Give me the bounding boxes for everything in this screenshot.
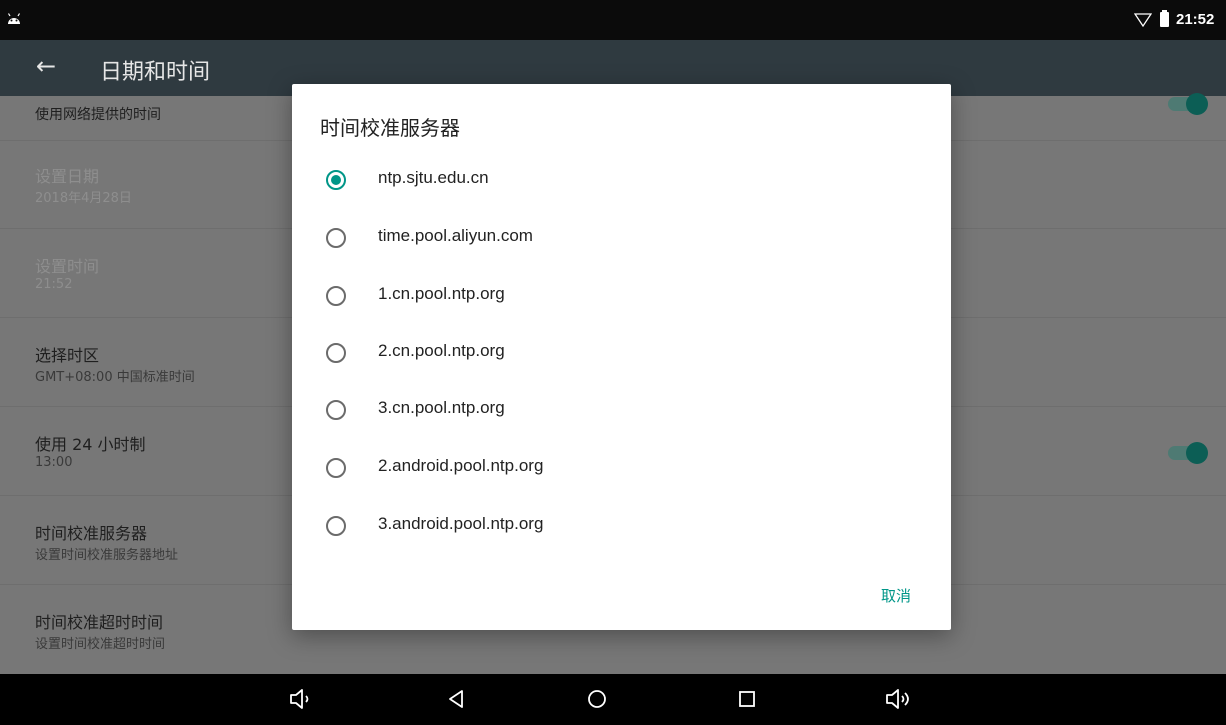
radio-unselected-icon[interactable] (326, 516, 346, 536)
switch-knob (1186, 442, 1208, 464)
server-option-label: ntp.sjtu.edu.cn (378, 168, 489, 187)
page-title: 日期和时间 (100, 60, 211, 85)
setting-title: 设置时间 (35, 257, 100, 276)
server-option[interactable]: 1.cn.pool.ntp.org (292, 272, 951, 320)
volume-down-icon[interactable] (289, 688, 315, 710)
radio-unselected-icon[interactable] (326, 458, 346, 478)
dialog-title: 时间校准服务器 (320, 116, 460, 140)
status-bar: 21:52 (0, 0, 1226, 40)
time-server-dialog: 时间校准服务器 ntp.sjtu.edu.cn time.pool.aliyun… (292, 84, 951, 630)
setting-summary: 21:52 (35, 277, 73, 292)
setting-summary: GMT+08:00 中国标准时间 (35, 370, 195, 385)
clock: 21:52 (1176, 11, 1215, 28)
server-option-label: 3.cn.pool.ntp.org (378, 398, 505, 417)
arrow-left-icon[interactable]: ← (36, 52, 56, 80)
setting-title: 设置日期 (35, 167, 100, 186)
android-robot-icon (7, 13, 21, 24)
setting-summary: 设置时间校准超时时间 (35, 637, 166, 652)
server-option-label: time.pool.aliyun.com (378, 226, 533, 245)
24-hour-switch[interactable] (1168, 442, 1208, 464)
radio-unselected-icon[interactable] (326, 286, 346, 306)
setting-summary: 使用网络提供的时间 (35, 107, 161, 123)
setting-summary: 13:00 (35, 455, 73, 470)
battery-charging-icon (1160, 10, 1169, 27)
server-option-label: 3.android.pool.ntp.org (378, 514, 544, 533)
cancel-button[interactable]: 取消 (881, 585, 911, 606)
home-circle-icon[interactable] (586, 688, 608, 710)
switch-knob (1186, 93, 1208, 115)
radio-selected-icon[interactable] (326, 170, 346, 190)
server-option[interactable]: time.pool.aliyun.com (292, 214, 951, 262)
setting-title: 选择时区 (35, 346, 100, 365)
setting-title: 时间校准超时时间 (35, 613, 164, 632)
radio-unselected-icon[interactable] (326, 400, 346, 420)
server-option[interactable]: ntp.sjtu.edu.cn (292, 156, 951, 204)
network-time-switch[interactable] (1168, 93, 1208, 115)
setting-summary: 设置时间校准服务器地址 (35, 548, 179, 563)
server-option[interactable]: 3.cn.pool.ntp.org (292, 386, 951, 434)
setting-title: 时间校准服务器 (35, 524, 148, 543)
server-option[interactable]: 3.android.pool.ntp.org (292, 502, 951, 550)
radio-unselected-icon[interactable] (326, 343, 346, 363)
server-option[interactable]: 2.android.pool.ntp.org (292, 444, 951, 492)
recents-square-icon[interactable] (737, 688, 757, 710)
setting-summary: 2018年4月28日 (35, 191, 132, 206)
server-option-label: 1.cn.pool.ntp.org (378, 284, 505, 303)
server-option[interactable]: 2.cn.pool.ntp.org (292, 329, 951, 377)
setting-title: 使用 24 小时制 (35, 435, 146, 454)
volume-up-icon[interactable] (885, 688, 915, 710)
wifi-icon (1134, 13, 1152, 27)
navigation-bar (0, 674, 1226, 725)
server-option-label: 2.android.pool.ntp.org (378, 456, 544, 475)
back-triangle-icon[interactable] (446, 688, 466, 710)
radio-unselected-icon[interactable] (326, 228, 346, 248)
server-option-label: 2.cn.pool.ntp.org (378, 341, 505, 360)
